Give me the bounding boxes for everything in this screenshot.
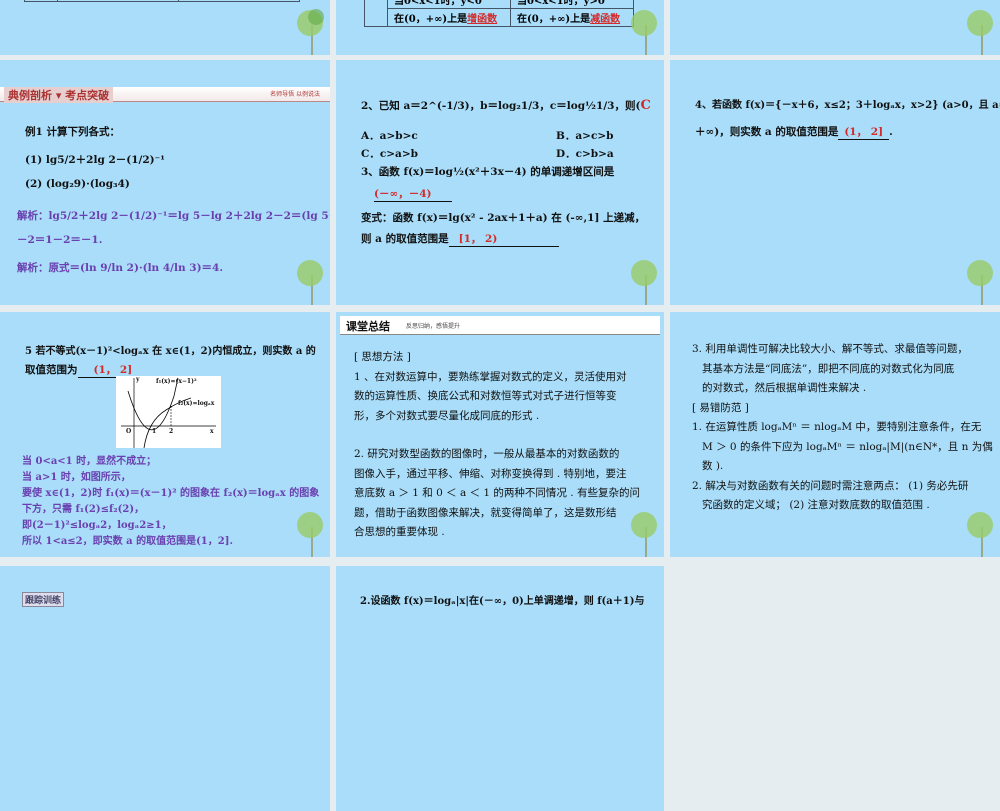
section-title: 典例剖析 ▾ 考点突破 (4, 87, 114, 103)
x-axis-label: x (210, 428, 214, 435)
question-5-cont: 取值范围为 (25, 364, 78, 376)
origin-label: O (126, 428, 132, 435)
answer: (1， 2] (838, 124, 890, 140)
slide-thumbnail-4[interactable]: 典例剖析 ▾ 考点突破 名师导悟 以例说法 例1 计算下列各式： (1) lg5… (0, 60, 330, 305)
y-axis-label: y (136, 376, 140, 383)
answer: 减函数 (590, 14, 621, 25)
answer: (－∞，－4) (374, 186, 452, 202)
example-title: 例1 计算下列各式： (25, 126, 120, 138)
question-4-cont: ＋∞)，则实数 a 的取值范围是 (695, 126, 839, 138)
option-b: B．a>c>b (556, 130, 614, 142)
option-d: D．c>b>a (556, 148, 614, 160)
question-2: (2) (log₂9)·(log₃4) (25, 178, 130, 190)
table: 当0<x<1时，y<0 当0<x<1时，y>0 在(0，+∞)上是增函数 在(0，+… (364, 0, 634, 27)
slide-thumbnail-11[interactable]: 2.设函数 f(x)＝logₐ|x|在(－∞，0)上单调递增，则 f(a＋1)与 (336, 566, 664, 811)
question-2: 2、已知 a＝2^(-1/3)，b＝log₂1/3，c＝log½1/3，则( (361, 100, 641, 112)
summary-text: [ 思想方法 ] 1 、在对数运算中，要熟练掌握对数式的定义，灵活使用对 数的运算性… (354, 351, 640, 538)
slide-thumbnail-3[interactable] (670, 0, 1000, 55)
question-3: 3、函数 f(x)＝log½(x²＋3x－4) 的单调递增区间是 (361, 166, 615, 178)
table (24, 0, 300, 2)
slide-thumbnail-7[interactable]: 5 若不等式(x－1)²<logₐx 在 x∈(1，2)内恒成立，则实数 a 的… (0, 312, 330, 557)
slide-thumbnail-1[interactable] (0, 0, 330, 55)
cell: 在(0，+∞)上是 (517, 14, 591, 25)
slide-thumbnail-6[interactable]: 4、若函数 f(x)＝{－x＋6，x≤2；3＋logₐx，x>2} (a>0，且… (670, 60, 1000, 305)
solution-1: 解析：lg5/2＋2lg 2－(1/2)⁻¹＝lg 5－lg 2＋2lg 2－2… (17, 210, 330, 222)
answer: [1， 2) (448, 231, 559, 247)
tree-icon (297, 512, 323, 557)
cell: 在(0，+∞)上是 (394, 14, 468, 25)
question-4: 4、若函数 f(x)＝{－x＋6，x≤2；3＋logₐx，x>2} (a>0，且… (695, 100, 1000, 111)
solution-1-cont: －2＝1－2＝－1. (17, 234, 103, 246)
tree-icon (967, 512, 993, 557)
slide-thumbnail-10[interactable]: 跟踪训练 (0, 566, 330, 811)
section-header-bar: 课堂总结 反思归纳，感悟提升 (340, 316, 660, 335)
cell: 当0<x<1时，y<0 (387, 0, 511, 9)
section-header-bar: 典例剖析 ▾ 考点突破 名师导悟 以例说法 (0, 87, 330, 103)
tree-icon (631, 260, 657, 305)
question-1: (1) lg5/2＋2lg 2－(1/2)⁻¹ (25, 154, 165, 166)
f2-label: f₂(x)=logₐx (178, 400, 215, 407)
tree-icon (297, 260, 323, 305)
variant-question-cont: 则 a 的取值范围是 (361, 233, 449, 245)
tick-1: 1 (152, 428, 157, 435)
function-graph: f₁(x)=(x−1)² f₂(x)=logₐx O 1 2 x y (116, 376, 221, 448)
slide-thumbnail-2[interactable]: 当0<x<1时，y<0 当0<x<1时，y>0 在(0，+∞)上是增函数 在(0，+… (336, 0, 664, 55)
slide-thumbnail-5[interactable]: 2、已知 a＝2^(-1/3)，b＝log₂1/3，c＝log½1/3，则(C)… (336, 60, 664, 305)
option-a: A．a>b>c (361, 130, 418, 142)
section-title: 课堂总结 (346, 320, 390, 333)
tree-icon (631, 10, 657, 55)
tree-icon (967, 10, 993, 55)
option-c: C．c>a>b (361, 148, 418, 160)
solution-2: 解析：原式＝(ln 9/ln 2)·(ln 4/ln 3)＝4. (17, 262, 223, 274)
slide-thumbnail-8[interactable]: 课堂总结 反思归纳，感悟提升 [ 思想方法 ] 1 、在对数运算中，要熟练掌握对数… (336, 312, 664, 557)
answer: 增函数 (467, 14, 498, 25)
answer: C (640, 98, 651, 113)
tree-icon (967, 260, 993, 305)
slide-thumbnail-9[interactable]: 3. 利用单调性可解决比较大小、解不等式、求最值等问题， 其基本方法是“同底法”，… (670, 312, 1000, 557)
solution-text: 当 0<a<1 时，显然不成立；当 a>1 时，如图所示， 要使 x∈(1，2)时… (22, 456, 320, 547)
f1-label: f₁(x)=(x−1)² (156, 378, 197, 385)
tree-icon (297, 9, 324, 55)
question-5: 5 若不等式(x－1)²<logₐx 在 x∈(1，2)内恒成立，则实数 a 的 (25, 346, 316, 357)
cell: 当0<x<1时，y>0 (510, 0, 634, 9)
tree-icon (631, 512, 657, 557)
tick-2: 2 (169, 428, 174, 435)
section-subtitle: 反思归纳，感悟提升 (406, 323, 461, 330)
summary-text: 3. 利用单调性可解决比较大小、解不等式、求最值等问题， 其基本方法是“同底法”，… (692, 343, 993, 511)
variant-question: 变式：函数 f(x)＝lg(x² - 2ax＋1＋a) 在 (-∞,1] 上递减… (361, 212, 646, 224)
section-subtitle: 名师导悟 以例说法 (270, 91, 320, 98)
